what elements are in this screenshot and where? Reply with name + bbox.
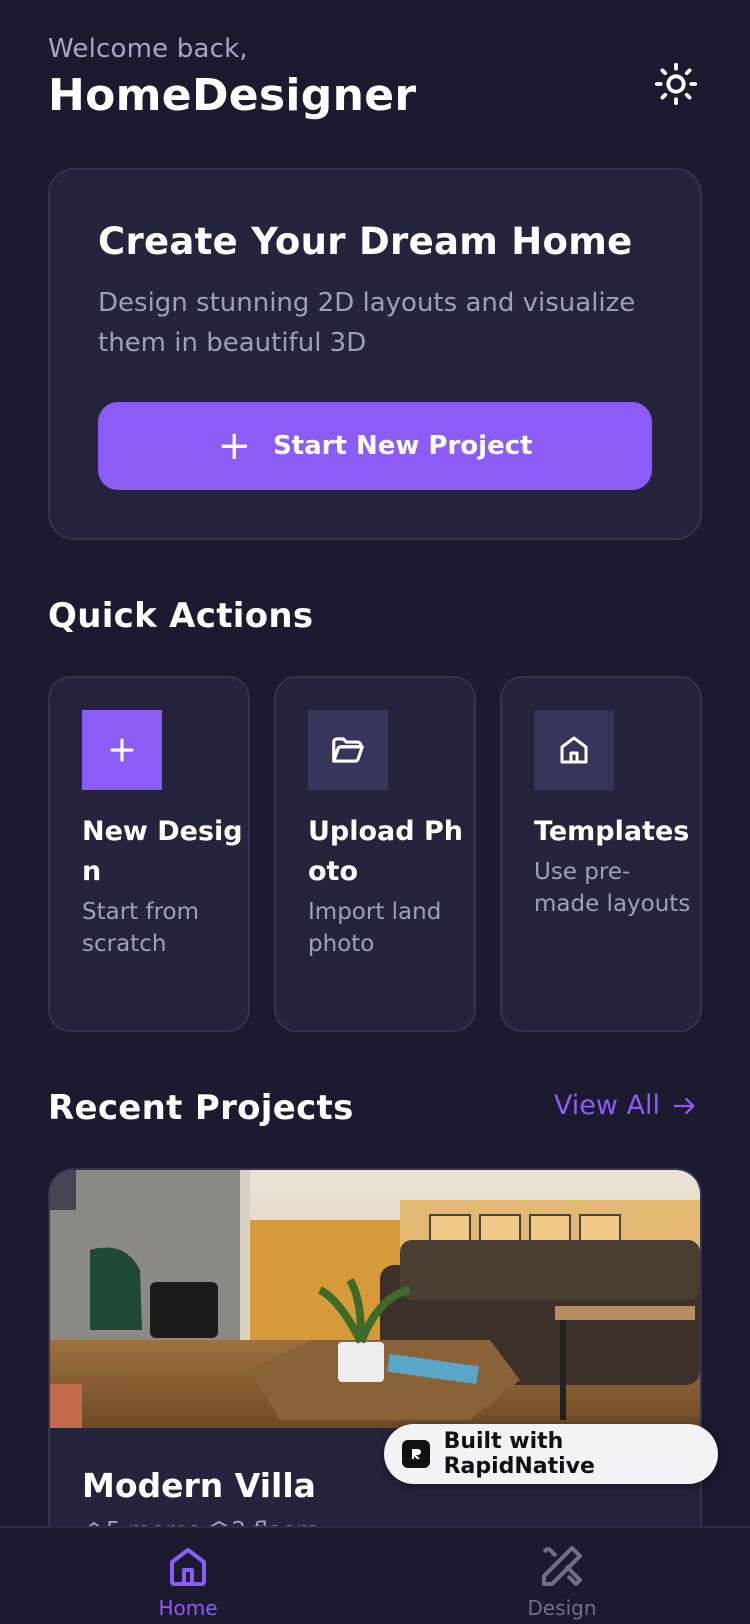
plus-icon: + [217, 423, 251, 469]
tab-design[interactable]: Design [502, 1542, 622, 1620]
quick-action-description: Use pre-made layouts [534, 859, 691, 917]
folder-open-icon [308, 710, 388, 790]
start-new-project-button[interactable]: + Start New Project [98, 402, 652, 490]
view-all-label: View All [553, 1090, 660, 1121]
arrow-right-icon [673, 1097, 695, 1114]
project-name: Modern Villa [82, 1466, 316, 1505]
project-thumbnail [50, 1170, 700, 1428]
plus-icon [82, 710, 162, 790]
recent-projects-title: Recent Projects [48, 1088, 354, 1128]
tab-label: Home [158, 1596, 218, 1620]
welcome-text: Welcome back, [48, 34, 248, 64]
hero-subtitle: Design stunning 2D layouts and visualize… [98, 288, 636, 358]
tab-label: Design [527, 1596, 597, 1620]
quick-action-title: Upload Photo [308, 816, 464, 887]
hero-title: Create Your Dream Home [98, 220, 633, 263]
quick-action-description: Start from scratch [82, 899, 200, 957]
bottom-tab-bar: Home Design [0, 1526, 750, 1624]
badge-label: Built with RapidNative [443, 1429, 595, 1479]
start-new-project-label: Start New Project [272, 431, 533, 461]
header: Welcome back, HomeDesigner [48, 34, 702, 134]
quick-action-description: Import land photo [308, 899, 442, 957]
quick-action-templates[interactable]: Templates Use pre-made layouts [500, 676, 702, 1032]
theme-toggle-button[interactable] [650, 58, 702, 110]
project-card[interactable]: Modern Villa 5 rooms 2 floors [48, 1168, 702, 1588]
quick-action-title: Templates [534, 816, 690, 847]
pencil-ruler-icon [542, 1546, 582, 1586]
quick-action-title: New Design [82, 816, 243, 887]
app-name: HomeDesigner [48, 70, 417, 121]
view-all-link[interactable]: View All [554, 1090, 698, 1121]
hero-card: Create Your Dream Home Design stunning 2… [48, 168, 702, 540]
rapidnative-logo-icon [402, 1440, 430, 1468]
built-with-badge[interactable]: Built with RapidNative [384, 1424, 718, 1484]
sun-icon [654, 62, 698, 106]
home-icon [534, 710, 614, 790]
quick-action-new-design[interactable]: New Design Start from scratch [48, 676, 250, 1032]
tab-home[interactable]: Home [128, 1542, 248, 1620]
home-icon [170, 1548, 206, 1586]
quick-actions-title: Quick Actions [48, 596, 314, 636]
quick-action-upload-photo[interactable]: Upload Photo Import land photo [274, 676, 476, 1032]
